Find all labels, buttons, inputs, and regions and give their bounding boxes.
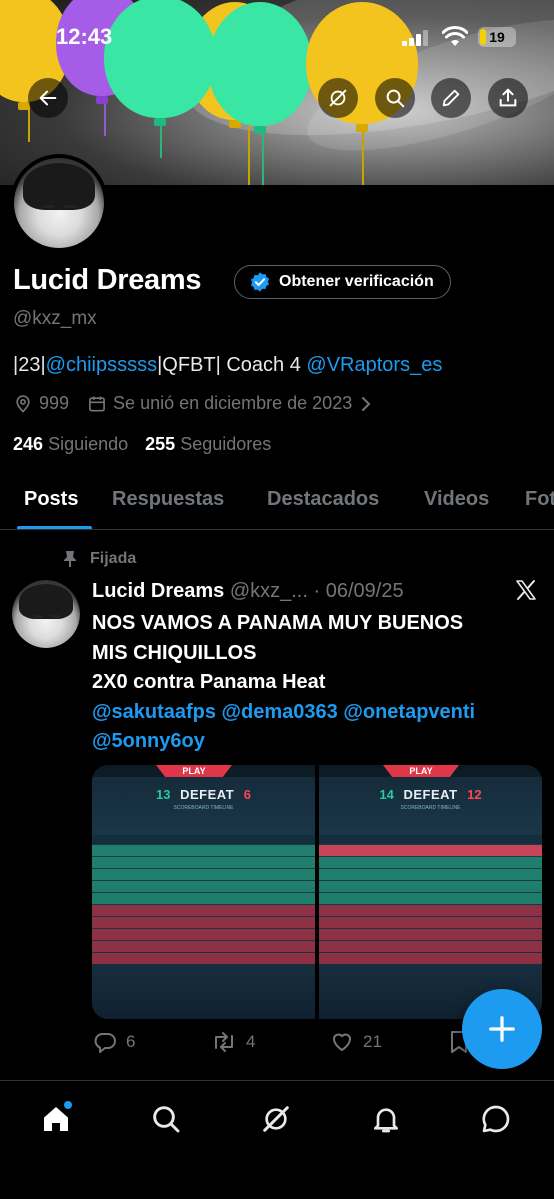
get-verified-button[interactable]: Obtener verificación <box>234 265 451 299</box>
chat-icon <box>482 1105 510 1133</box>
repost-button[interactable]: 4 <box>210 1030 255 1054</box>
bottom-navigation <box>0 1080 554 1199</box>
repost-icon <box>215 1032 233 1052</box>
active-tab-indicator <box>17 526 92 529</box>
plus-icon <box>489 1016 515 1042</box>
battery-indicator: 19 <box>478 27 516 47</box>
search-icon <box>153 1106 180 1133</box>
followers-link[interactable]: 255 Seguidores <box>145 434 271 454</box>
bell-icon <box>374 1108 398 1133</box>
profile-bio: |23|@chiipsssss|QFBT| Coach 4 @VRaptors_… <box>13 354 442 377</box>
pinned-indicator: Fijada <box>62 550 136 568</box>
tab-highlights[interactable]: Destacados <box>267 488 379 511</box>
media-image-scoreboard[interactable]: PLAY 13 DEFEAT 6 SCOREBOARD TIMELINE <box>92 765 315 1019</box>
share-icon <box>499 88 517 107</box>
share-button[interactable] <box>488 78 528 118</box>
enemy-score: 6 <box>243 787 251 802</box>
play-banner: PLAY <box>182 766 206 776</box>
grok-button[interactable] <box>318 78 358 118</box>
cellular-signal-icon <box>402 30 430 46</box>
team-score: 13 <box>156 787 171 802</box>
calendar-icon <box>89 396 105 411</box>
followers-count: 255 <box>145 434 176 454</box>
profile-handle: @kxz_mx <box>13 308 97 329</box>
post-text-line: NOS VAMOS A PANAMA MUY BUENOS <box>92 612 464 634</box>
chevron-right-icon[interactable] <box>358 395 374 413</box>
reply-button[interactable]: 6 <box>92 1030 135 1054</box>
profile-avatar[interactable] <box>10 154 108 252</box>
post-body: NOS VAMOS A PANAMA MUY BUENOS MIS CHIQUI… <box>92 609 542 757</box>
tab-posts[interactable]: Posts <box>24 488 78 511</box>
post-separator: · <box>313 580 321 602</box>
profile-meta: 999 Se unió en diciembre de 2023 <box>13 393 374 414</box>
team-score: 14 <box>379 787 394 802</box>
nav-search[interactable] <box>146 1099 186 1139</box>
post-author-name[interactable]: Lucid Dreams <box>92 580 224 602</box>
search-icon <box>386 89 405 108</box>
bio-text: |QFBT| Coach 4 <box>157 354 307 376</box>
media-image-scoreboard[interactable]: PLAY 14 DEFEAT 12 SCOREBOARD TIMELINE <box>319 765 542 1019</box>
enemy-score: 12 <box>467 787 482 802</box>
profile-location: 999 <box>39 393 70 413</box>
heart-icon <box>333 1033 351 1051</box>
post-author-handle[interactable]: @kxz_... <box>230 580 308 602</box>
tab-videos[interactable]: Videos <box>424 488 489 511</box>
nav-home[interactable] <box>36 1099 76 1139</box>
status-time: 12:43 <box>56 24 113 49</box>
profile-tabs: Posts Respuestas Destacados Videos Fotos <box>0 472 554 530</box>
bio-mention-link[interactable]: @chiipsssss <box>46 354 157 376</box>
following-link[interactable]: 246 Siguiendo <box>13 434 128 454</box>
wifi-icon <box>442 26 468 46</box>
post-mentions[interactable]: @sakutaafps @dema0363 @onetapventi <box>92 698 542 728</box>
grok-icon <box>329 89 347 107</box>
get-verified-label: Obtener verificación <box>279 273 434 290</box>
tab-replies[interactable]: Respuestas <box>112 488 224 511</box>
follow-stats: 246 Siguiendo 255 Seguidores <box>13 434 271 455</box>
pencil-icon <box>442 89 460 107</box>
search-button[interactable] <box>375 78 415 118</box>
post-media[interactable]: PLAY 13 DEFEAT 6 SCOREBOARD TIMELINE PLA… <box>92 765 542 1019</box>
play-banner: PLAY <box>409 766 433 776</box>
nav-messages[interactable] <box>476 1099 516 1139</box>
following-label: Siguiendo <box>48 434 129 454</box>
status-bar: 12:43 19 <box>0 18 554 58</box>
match-result: DEFEAT <box>403 787 458 802</box>
post-text-line: MIS CHIQUILLOS <box>92 641 257 664</box>
reply-icon <box>94 1033 116 1053</box>
post-mentions[interactable]: @5onny6oy <box>92 727 542 757</box>
bio-mention-link[interactable]: @VRaptors_es <box>306 354 442 376</box>
following-count: 246 <box>13 434 44 454</box>
profile-name: Lucid Dreams <box>13 264 202 296</box>
nav-notifications[interactable] <box>366 1099 406 1139</box>
pin-icon <box>64 551 76 567</box>
like-count: 21 <box>363 1032 382 1051</box>
back-button[interactable] <box>28 78 68 118</box>
pinned-label: Fijada <box>90 550 137 567</box>
post-date[interactable]: 06/09/25 <box>326 580 404 602</box>
repost-count: 4 <box>246 1032 256 1051</box>
reply-count: 6 <box>126 1032 136 1051</box>
verified-badge-icon <box>250 272 270 292</box>
post-header: Lucid Dreams @kxz_... · 06/09/25 <box>92 580 404 603</box>
post-text-line: 2X0 contra Panama Heat <box>92 671 326 693</box>
scoreboard-subtabs: SCOREBOARD TIMELINE <box>173 805 234 811</box>
grok-icon <box>263 1106 289 1132</box>
profile-joined-date: Se unió en diciembre de 2023 <box>113 393 353 413</box>
scoreboard-subtabs: SCOREBOARD TIMELINE <box>400 805 461 811</box>
notification-dot <box>64 1101 72 1109</box>
back-arrow-icon <box>39 90 57 106</box>
compose-button[interactable] <box>462 989 542 1069</box>
like-button[interactable]: 21 <box>329 1030 382 1054</box>
x-logo-icon[interactable] <box>513 578 539 602</box>
bio-text: |23| <box>13 354 46 376</box>
battery-percent: 19 <box>489 29 505 45</box>
nav-grok[interactable] <box>256 1099 296 1139</box>
edit-button[interactable] <box>431 78 471 118</box>
post-author-avatar[interactable] <box>12 580 80 648</box>
match-result: DEFEAT <box>180 787 235 802</box>
tab-photos[interactable]: Fotos <box>525 488 554 511</box>
followers-label: Seguidores <box>180 434 272 454</box>
location-pin-icon <box>16 394 30 413</box>
